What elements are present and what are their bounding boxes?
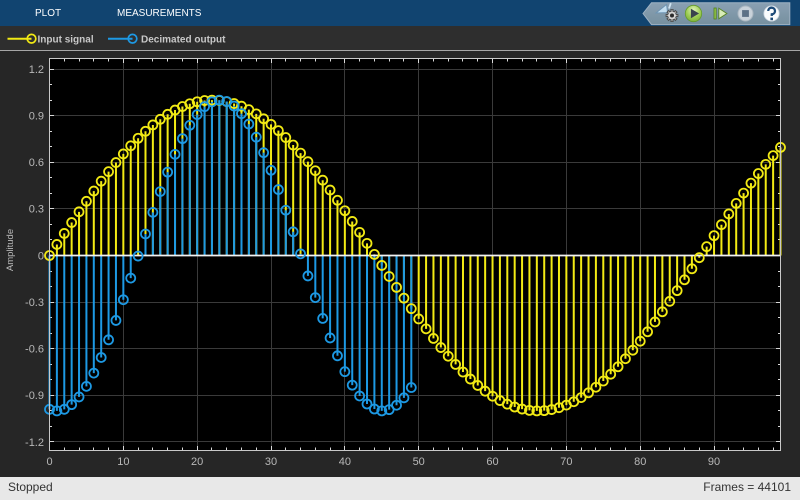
- svg-text:0: 0: [38, 250, 44, 262]
- svg-text:0: 0: [46, 456, 52, 468]
- svg-text:80: 80: [634, 456, 646, 468]
- svg-text:Amplitude: Amplitude: [5, 229, 16, 271]
- svg-text:0.6: 0.6: [29, 157, 44, 169]
- svg-text:60: 60: [486, 456, 498, 468]
- svg-text:-0.3: -0.3: [25, 297, 44, 309]
- svg-text:40: 40: [339, 456, 351, 468]
- svg-text:-1.2: -1.2: [25, 437, 44, 449]
- svg-text:20: 20: [191, 456, 203, 468]
- svg-text:30: 30: [265, 456, 277, 468]
- svg-text:-0.6: -0.6: [25, 344, 44, 356]
- svg-text:70: 70: [560, 456, 572, 468]
- svg-text:50: 50: [413, 456, 425, 468]
- svg-text:0.9: 0.9: [29, 110, 44, 122]
- svg-text:90: 90: [708, 456, 720, 468]
- svg-text:Decimated output: Decimated output: [141, 34, 226, 45]
- svg-text:-0.9: -0.9: [25, 390, 44, 402]
- svg-text:0.3: 0.3: [29, 204, 44, 216]
- svg-text:10: 10: [117, 456, 129, 468]
- svg-text:Input signal: Input signal: [38, 34, 94, 45]
- svg-text:1.2: 1.2: [29, 64, 44, 76]
